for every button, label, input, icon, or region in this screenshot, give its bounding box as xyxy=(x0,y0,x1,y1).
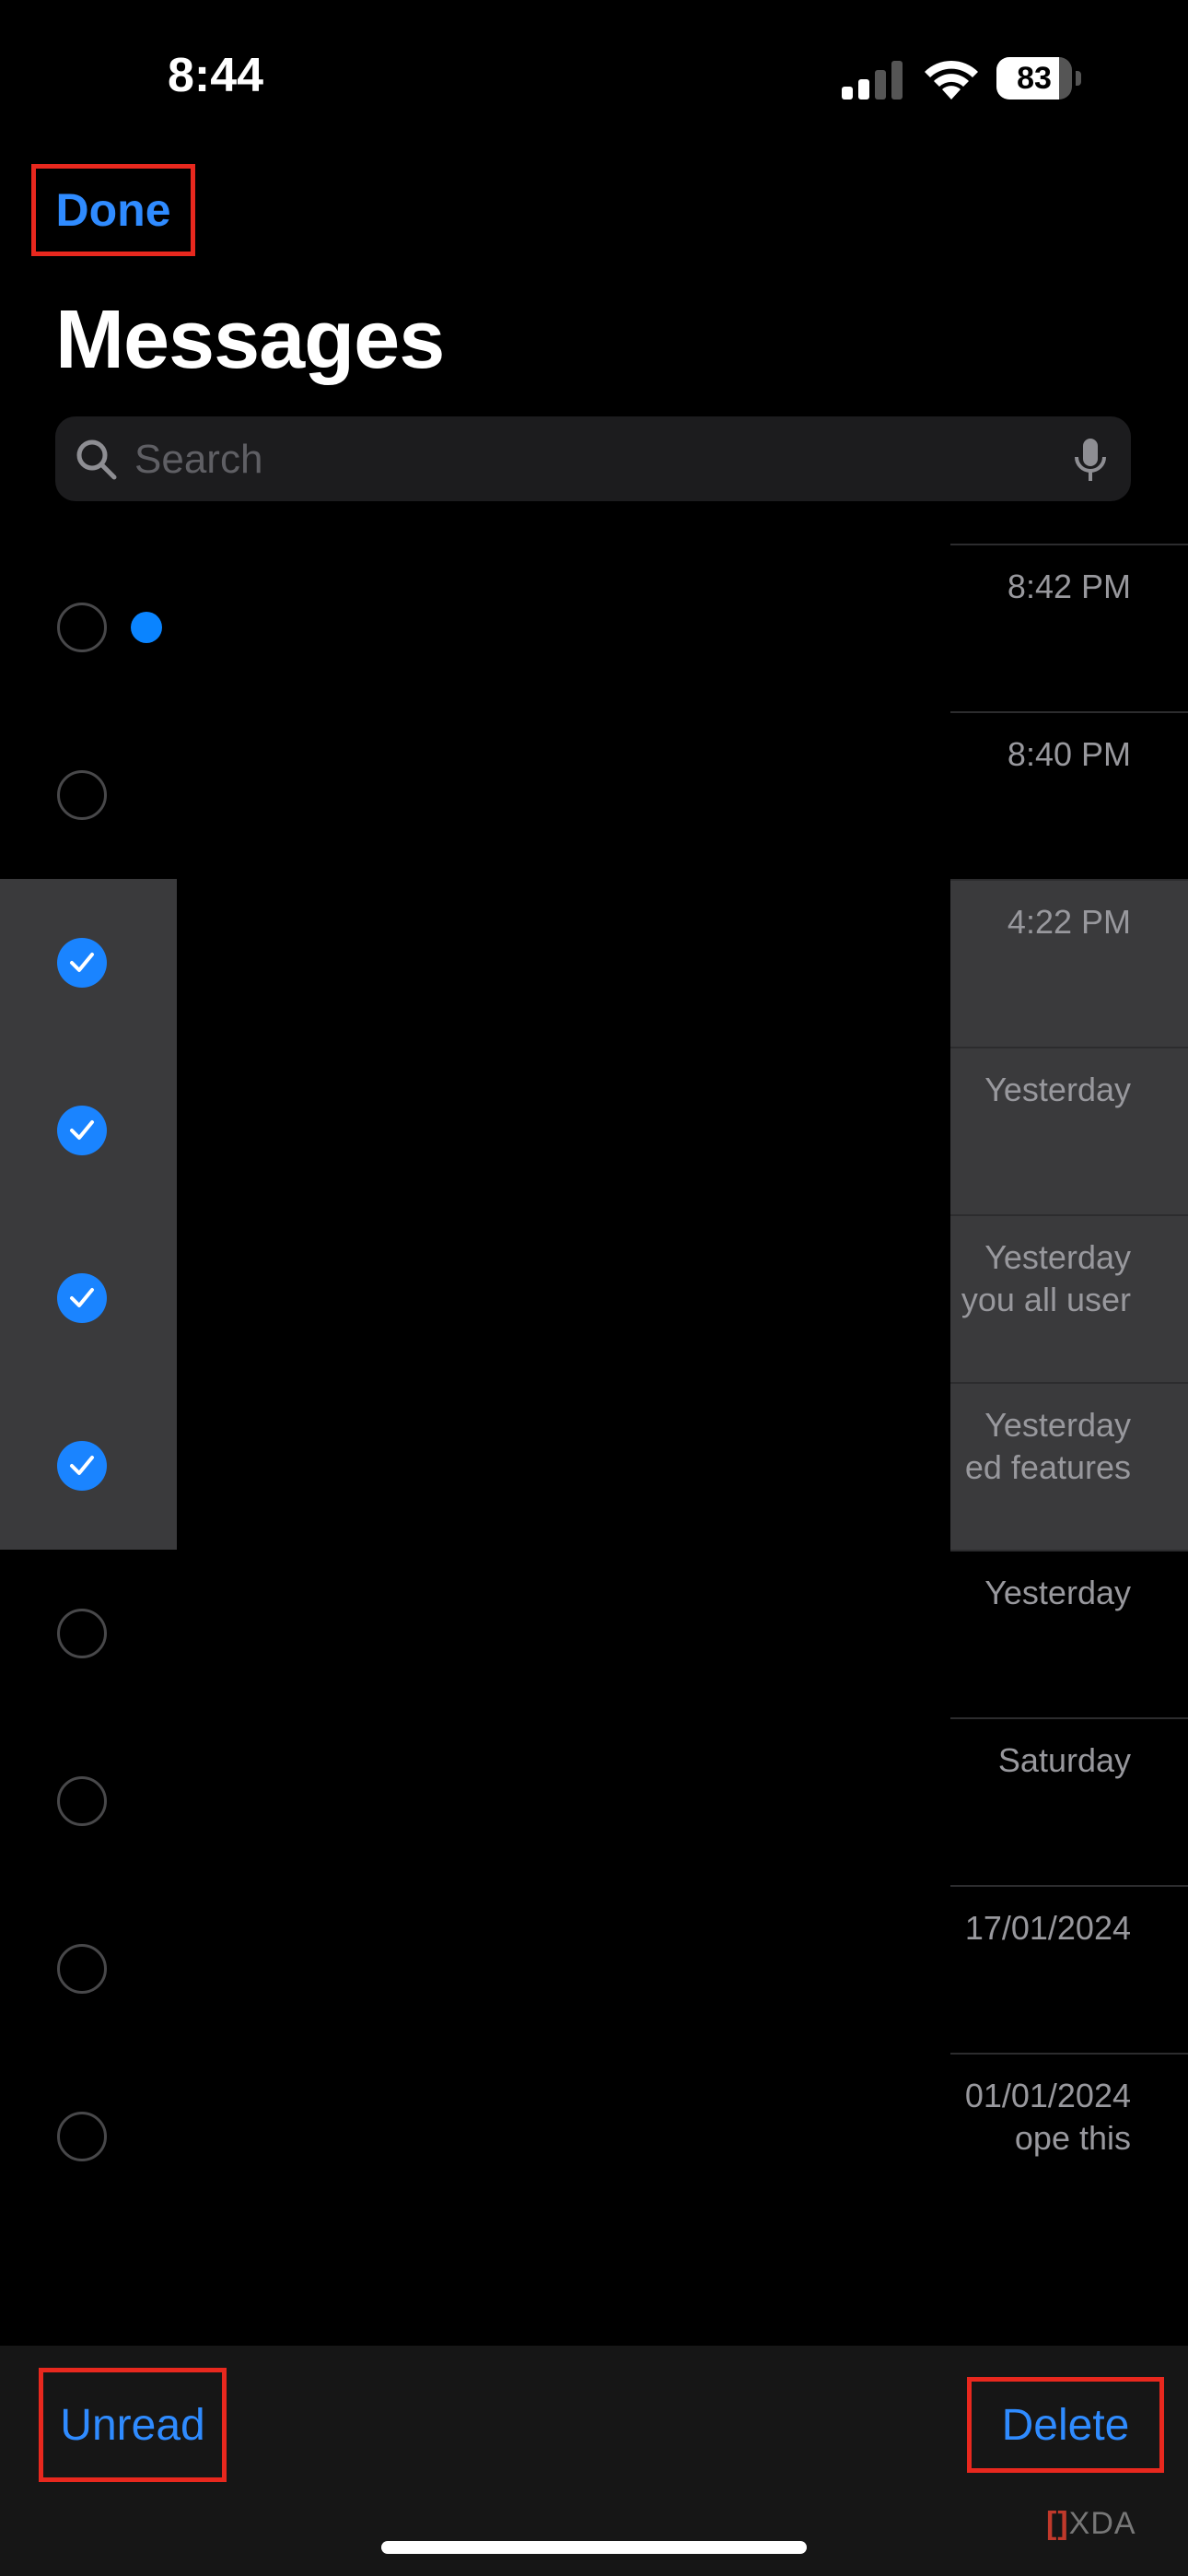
battery-icon: 83 xyxy=(996,57,1081,101)
conversation-row[interactable]: 8:42 PM xyxy=(0,544,1188,711)
checkmark-icon xyxy=(70,1288,94,1307)
checkbox-checked-icon[interactable] xyxy=(57,1106,107,1155)
highlight-box-unread xyxy=(39,2368,227,2482)
status-bar-time: 8:44 xyxy=(168,49,264,102)
checkmark-icon xyxy=(70,1456,94,1475)
conversation-time: Yesterday xyxy=(984,1238,1131,1276)
checkmark-icon xyxy=(70,953,94,972)
row-divider xyxy=(950,1047,1188,1048)
conversation-row[interactable]: 01/01/2024 ope this xyxy=(0,2053,1188,2220)
conversation-row[interactable]: Saturday xyxy=(0,1717,1188,1885)
conversation-time: 4:22 PM xyxy=(1007,903,1131,941)
checkbox-checked-icon[interactable] xyxy=(57,1441,107,1491)
row-divider xyxy=(950,1550,1188,1551)
conversation-row[interactable]: Yesterday xyxy=(0,1550,1188,1717)
cellular-signal-icon xyxy=(842,61,903,100)
checkbox-empty-icon[interactable] xyxy=(57,603,107,652)
conversation-time: Yesterday xyxy=(984,1406,1131,1444)
conversation-time: 17/01/2024 xyxy=(964,1909,1131,1947)
checkbox-empty-icon[interactable] xyxy=(57,2112,107,2161)
search-icon xyxy=(76,439,117,480)
search-bar[interactable] xyxy=(55,416,1131,503)
conversation-row[interactable]: Yesterday you all user xyxy=(0,1214,1188,1382)
conversation-snippet: you all user xyxy=(961,1281,1131,1318)
conversation-time: Saturday xyxy=(997,1741,1131,1779)
row-divider xyxy=(950,711,1188,713)
search-input[interactable] xyxy=(133,416,1057,503)
conversation-time: Yesterday xyxy=(984,1071,1131,1108)
checkbox-checked-icon[interactable] xyxy=(57,938,107,988)
row-divider xyxy=(950,1885,1188,1887)
conversation-time: 01/01/2024 xyxy=(964,2077,1131,2114)
wifi-icon xyxy=(925,60,978,100)
checkbox-empty-icon[interactable] xyxy=(57,1776,107,1826)
page-title: Messages xyxy=(55,294,445,386)
row-divider xyxy=(950,1717,1188,1719)
conversation-row[interactable]: Yesterday ed features xyxy=(0,1382,1188,1550)
row-divider xyxy=(950,1382,1188,1384)
conversation-row[interactable]: 8:40 PM xyxy=(0,711,1188,879)
highlight-box-delete xyxy=(967,2377,1164,2473)
checkbox-checked-icon[interactable] xyxy=(57,1273,107,1323)
conversation-time: 8:40 PM xyxy=(1007,735,1131,773)
conversation-snippet: ed features xyxy=(964,1448,1131,1486)
battery-level: 83 xyxy=(1017,61,1052,96)
checkmark-icon xyxy=(70,1120,94,1140)
row-divider xyxy=(950,2053,1188,2055)
checkbox-empty-icon[interactable] xyxy=(57,1609,107,1658)
xda-watermark: []XDA xyxy=(1046,2506,1136,2542)
conversation-time: Yesterday xyxy=(984,1574,1131,1611)
conversation-row[interactable]: 17/01/2024 xyxy=(0,1885,1188,2053)
watermark-text: XDA xyxy=(1068,2506,1136,2541)
checkbox-empty-icon[interactable] xyxy=(57,770,107,820)
home-indicator[interactable] xyxy=(381,2541,807,2554)
conversation-time: 8:42 PM xyxy=(1007,568,1131,605)
conversation-row[interactable]: 4:22 PM xyxy=(0,879,1188,1047)
highlight-box-done xyxy=(31,164,195,256)
checkbox-empty-icon[interactable] xyxy=(57,1944,107,1994)
row-divider xyxy=(950,1214,1188,1216)
row-divider xyxy=(950,879,1188,881)
row-divider xyxy=(950,544,1188,545)
microphone-icon[interactable] xyxy=(1074,437,1107,483)
conversation-snippet: ope this xyxy=(1014,2119,1131,2157)
conversation-row[interactable]: Yesterday xyxy=(0,1047,1188,1214)
watermark-bracket: [] xyxy=(1046,2506,1069,2541)
unread-dot-icon xyxy=(131,612,162,643)
